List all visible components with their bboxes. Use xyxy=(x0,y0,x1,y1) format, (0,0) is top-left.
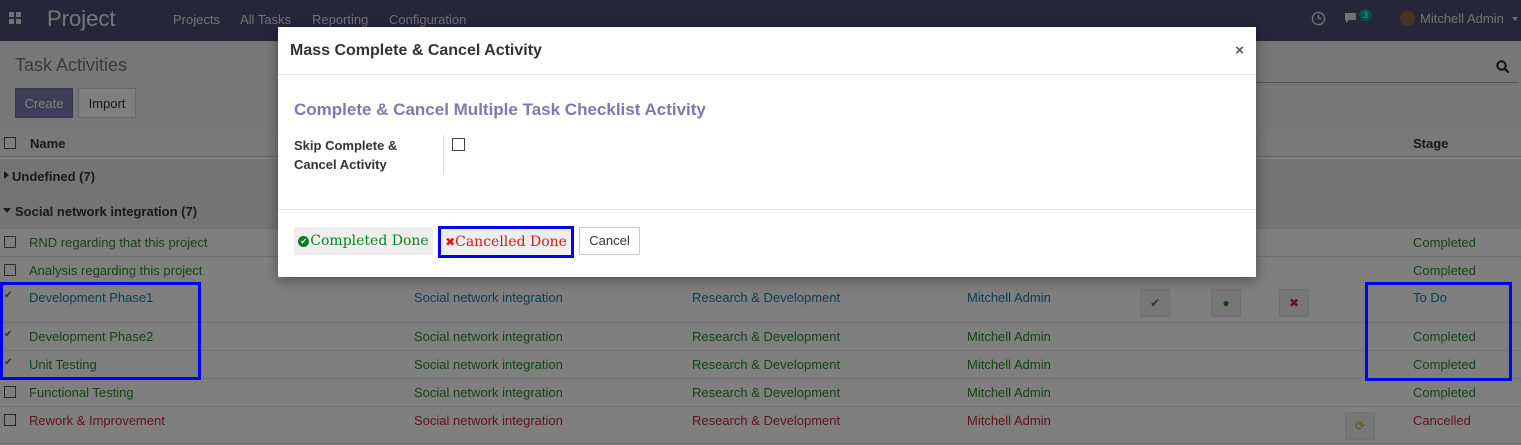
cancel-button[interactable]: Cancel xyxy=(579,227,640,255)
close-icon[interactable]: × xyxy=(1235,42,1244,59)
cancelled-done-button[interactable]: ✖Cancelled Done xyxy=(438,226,574,258)
skip-activity-checkbox[interactable] xyxy=(452,138,465,151)
skip-activity-label: Skip Complete & Cancel Activity xyxy=(294,138,398,172)
modal-title: Mass Complete & Cancel Activity xyxy=(290,42,542,59)
modal-footer: ✔ Completed Done ✖Cancelled Done Cancel xyxy=(278,209,1256,278)
field-divider xyxy=(443,135,444,175)
modal-header: Mass Complete & Cancel Activity × xyxy=(278,27,1256,75)
mass-complete-dialog: Mass Complete & Cancel Activity × Comple… xyxy=(278,27,1256,277)
highlight-stage-column xyxy=(1365,282,1512,381)
completed-done-label: Completed Done xyxy=(310,233,429,249)
cancelled-done-label: Cancelled Done xyxy=(455,234,567,250)
cancel-x-icon: ✖ xyxy=(445,235,456,249)
check-circle-icon: ✔ xyxy=(298,235,310,247)
completed-done-button[interactable]: ✔ Completed Done xyxy=(294,227,433,255)
form-title: Complete & Cancel Multiple Task Checklis… xyxy=(294,100,706,119)
highlight-selected-tasks xyxy=(0,282,201,380)
